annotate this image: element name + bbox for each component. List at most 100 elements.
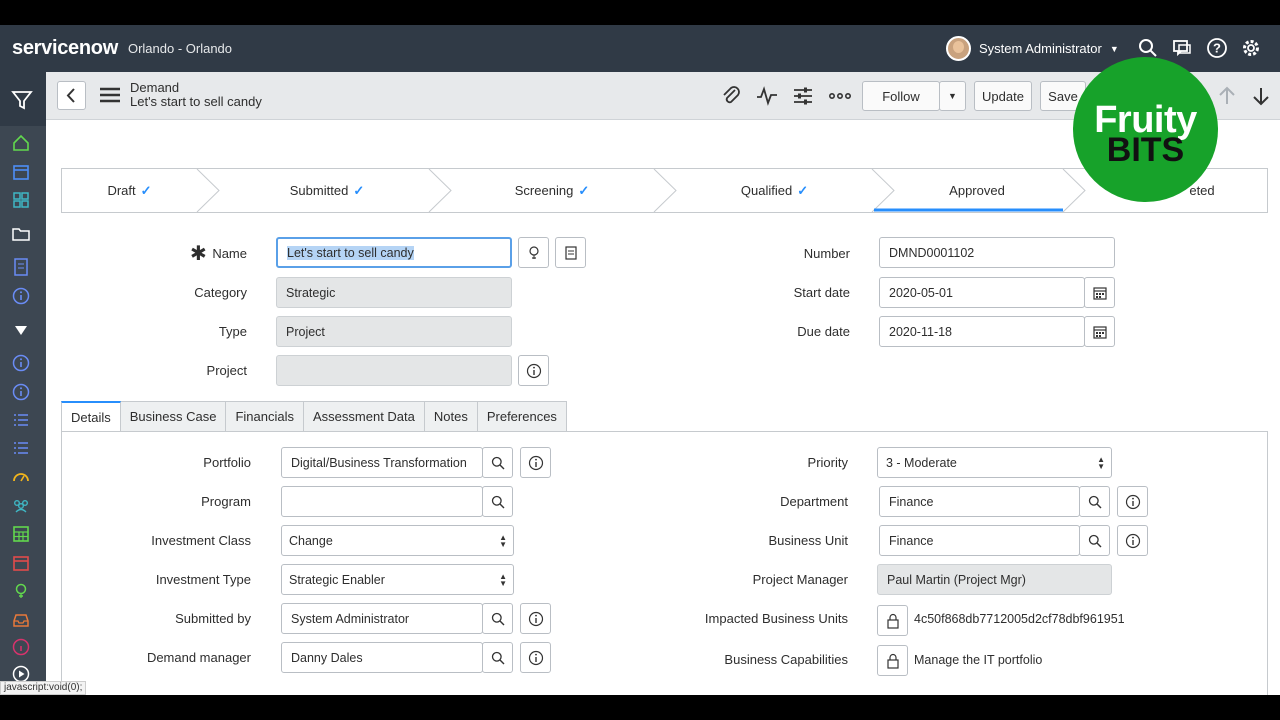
stage-screening[interactable]: Screening ✓ (442, 169, 662, 212)
impacted-units-unlock-button[interactable] (877, 605, 908, 636)
settings-sliders-icon[interactable] (792, 85, 814, 107)
arrow-up-icon[interactable] (1216, 85, 1238, 107)
collapse-icon[interactable] (12, 321, 30, 339)
activity-icon[interactable] (756, 85, 778, 107)
attachment-icon[interactable] (720, 85, 742, 107)
business-unit-field[interactable]: Finance (879, 525, 1080, 556)
portfolio-lookup-button[interactable] (482, 447, 513, 478)
left-nav (0, 72, 46, 695)
search-icon (491, 495, 504, 508)
follow-dropdown-button[interactable]: ▼ (939, 81, 966, 111)
chat-icon[interactable] (1171, 37, 1193, 59)
impacted-business-units-label: Impacted Business Units (704, 611, 848, 626)
info-icon (1125, 533, 1140, 548)
department-field[interactable]: Finance (879, 486, 1080, 517)
type-field[interactable]: Project (276, 316, 512, 347)
demand-manager-lookup-button[interactable] (482, 642, 513, 673)
portfolio-info-button[interactable] (520, 447, 551, 478)
info-icon[interactable] (12, 638, 30, 656)
search-icon (491, 612, 504, 625)
tab-preferences[interactable]: Preferences (477, 401, 567, 432)
more-options-icon[interactable] (828, 85, 852, 107)
user-name: System Administrator (979, 41, 1102, 56)
department-lookup-button[interactable] (1079, 486, 1110, 517)
team-icon[interactable] (12, 496, 30, 514)
stage-draft[interactable]: Draft ✓ (62, 169, 197, 212)
investment-class-label: Investment Class (151, 533, 251, 548)
stage-approved[interactable]: Approved (882, 169, 1072, 212)
program-field[interactable] (281, 486, 483, 517)
info-icon[interactable] (12, 354, 30, 372)
number-field[interactable]: DMND0001102 (879, 237, 1115, 268)
portfolio-field[interactable]: Digital/Business Transformation (281, 447, 483, 478)
submitted-by-info-button[interactable] (520, 603, 551, 634)
calendar-icon[interactable] (12, 163, 30, 181)
follow-button[interactable]: Follow (862, 81, 940, 111)
svg-text:?: ? (1213, 41, 1221, 56)
project-manager-field[interactable]: Paul Martin (Project Mgr) (877, 564, 1112, 595)
search-icon[interactable] (1137, 37, 1159, 59)
due-date-picker-button[interactable] (1084, 316, 1115, 347)
investment-type-select[interactable]: Strategic Enabler ▲ ▼ (281, 564, 514, 595)
planner-icon[interactable] (12, 525, 30, 543)
tab-financials[interactable]: Financials (226, 401, 304, 432)
due-date-field[interactable]: 2020-11-18 (879, 316, 1085, 347)
tab-details[interactable]: Details (61, 401, 121, 432)
chevron-left-icon (66, 88, 75, 103)
start-date-picker-button[interactable] (1084, 277, 1115, 308)
tab-notes[interactable]: Notes (424, 401, 478, 432)
top-header: servicenow Orlando - Orlando System Admi… (0, 25, 1280, 72)
name-field[interactable]: Let's start to sell candy (276, 237, 512, 268)
submitted-by-lookup-button[interactable] (482, 603, 513, 634)
business-unit-info-button[interactable] (1117, 525, 1148, 556)
help-icon[interactable]: ? (1206, 37, 1228, 59)
project-field[interactable] (276, 355, 512, 386)
info-icon[interactable] (12, 383, 30, 401)
business-unit-lookup-button[interactable] (1079, 525, 1110, 556)
stage-submitted[interactable]: Submitted ✓ (212, 169, 442, 212)
back-button[interactable] (57, 81, 86, 110)
category-field[interactable]: Strategic (276, 277, 512, 308)
context-menu-icon[interactable] (100, 86, 120, 104)
submitted-by-field[interactable]: System Administrator (281, 603, 483, 634)
start-date-field[interactable]: 2020-05-01 (879, 277, 1085, 308)
info-icon (1125, 494, 1140, 509)
type-label: Type (218, 324, 247, 339)
info-icon[interactable] (12, 287, 30, 305)
update-button[interactable]: Update (974, 81, 1032, 111)
list-icon[interactable] (12, 411, 30, 429)
demand-manager-field[interactable]: Danny Dales (281, 642, 483, 673)
investment-class-select[interactable]: Change ▲ ▼ (281, 525, 514, 556)
project-info-button[interactable] (518, 355, 549, 386)
servicenow-logo[interactable]: servicenow (12, 37, 118, 60)
dashboard-icon[interactable] (12, 191, 30, 209)
inbox-icon[interactable] (12, 611, 30, 629)
business-capabilities-unlock-button[interactable] (877, 645, 908, 676)
tab-assessment-data[interactable]: Assessment Data (304, 401, 425, 432)
tab-business-case[interactable]: Business Case (120, 401, 227, 432)
template-button[interactable] (555, 237, 586, 268)
checkmark-icon: ✓ (578, 182, 590, 198)
submitted-by-label: Submitted by (175, 611, 251, 626)
document-icon[interactable] (12, 258, 30, 276)
suggestion-button[interactable] (518, 237, 549, 268)
gear-icon[interactable] (1240, 37, 1262, 59)
demand-manager-info-button[interactable] (520, 642, 551, 673)
calendar-icon[interactable] (12, 554, 30, 572)
impacted-business-units-value: 4c50f868db7712005d2cf78dbf961951 (914, 612, 1125, 626)
nav-filter[interactable] (0, 72, 46, 126)
lightbulb-icon[interactable] (12, 582, 30, 600)
home-icon[interactable] (12, 134, 30, 152)
browser-status-bar: javascript:void(0); (0, 681, 87, 695)
priority-select[interactable]: 3 - Moderate ▲ ▼ (877, 447, 1112, 478)
select-arrows-icon: ▲ ▼ (1097, 455, 1105, 471)
gauge-icon[interactable] (12, 468, 30, 486)
list-icon[interactable] (12, 439, 30, 457)
stage-qualified[interactable]: Qualified ✓ (667, 169, 882, 212)
business-capabilities-value: Manage the IT portfolio (914, 653, 1043, 667)
department-info-button[interactable] (1117, 486, 1148, 517)
arrow-down-icon[interactable] (1250, 85, 1272, 107)
program-lookup-button[interactable] (482, 486, 513, 517)
folder-icon[interactable] (12, 225, 30, 243)
user-menu[interactable]: System Administrator ▼ (946, 36, 1119, 61)
